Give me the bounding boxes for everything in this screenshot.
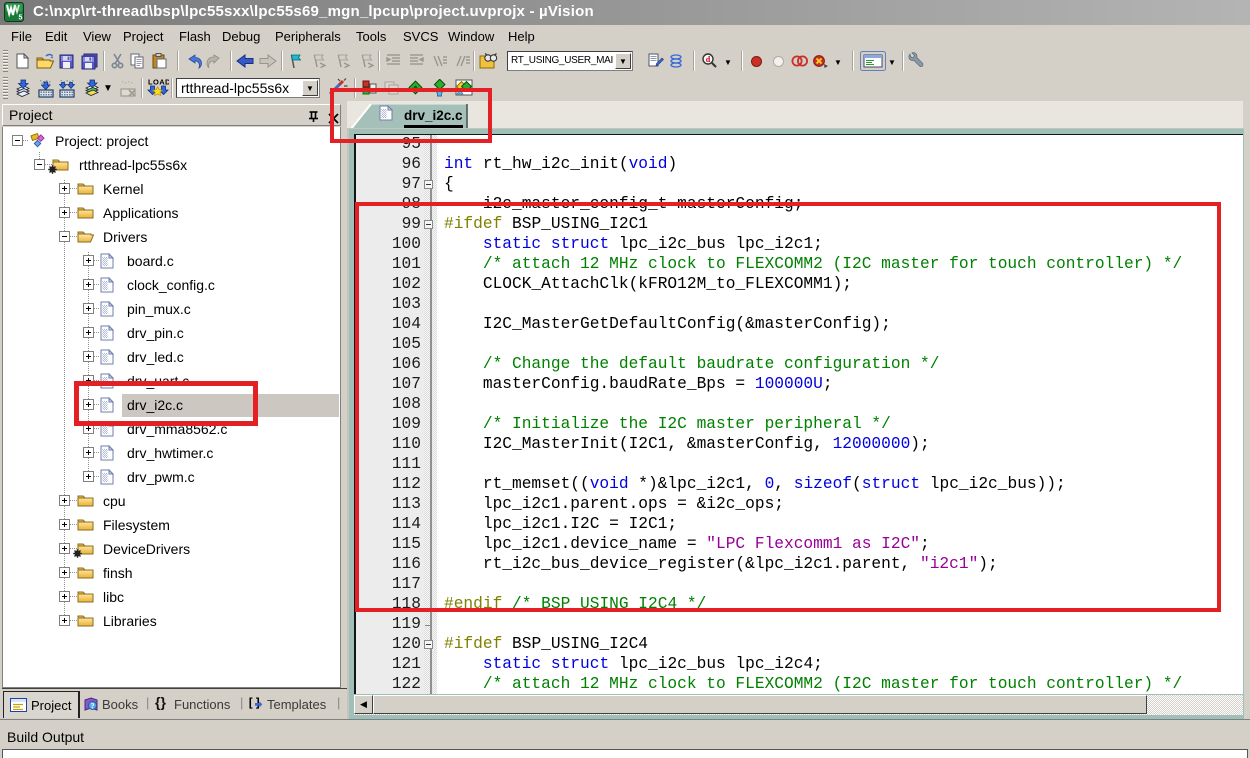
svg-text:LOAD: LOAD — [148, 78, 169, 87]
svg-text:?: ? — [91, 702, 95, 711]
svg-text:d: d — [706, 55, 711, 64]
svg-text:5: 5 — [19, 15, 23, 22]
